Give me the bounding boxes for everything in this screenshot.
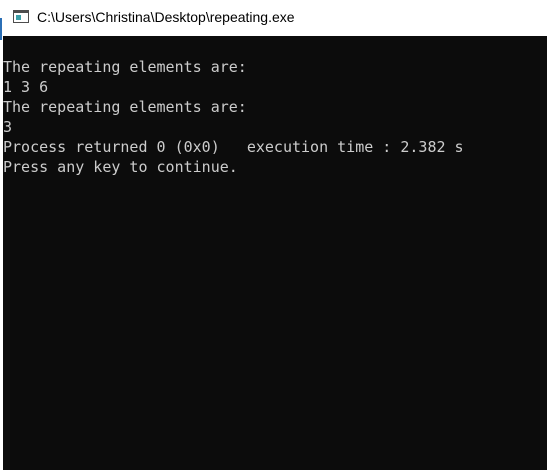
background-window-accent — [0, 18, 2, 40]
window-title: C:\Users\Christina\Desktop\repeating.exe — [37, 9, 295, 25]
console-line: The repeating elements are: — [3, 58, 247, 76]
console-output: The repeating elements are: 1 3 6 The re… — [3, 57, 464, 177]
console-line: Process returned 0 (0x0) execution time … — [3, 138, 464, 156]
console-area[interactable]: The repeating elements are: 1 3 6 The re… — [3, 36, 547, 470]
console-line: The repeating elements are: — [3, 98, 247, 116]
console-app-icon — [13, 10, 29, 23]
console-line: Press any key to continue. — [3, 158, 238, 176]
console-line: 1 3 6 — [3, 78, 49, 96]
console-line: 3 — [3, 118, 13, 136]
window-left-edge — [0, 0, 3, 470]
title-bar[interactable]: C:\Users\Christina\Desktop\repeating.exe — [0, 0, 547, 36]
console-window: C:\Users\Christina\Desktop\repeating.exe… — [0, 0, 547, 470]
